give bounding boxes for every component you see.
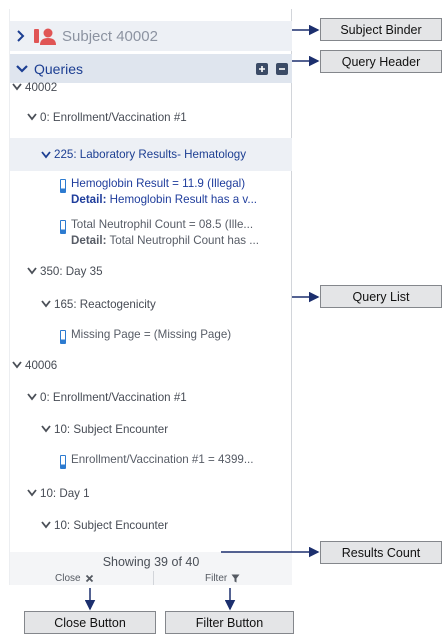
callout-filter-button: Filter Button <box>165 611 294 634</box>
callout-results-count: Results Count <box>320 541 442 564</box>
callout-query-list: Query List <box>320 285 442 308</box>
callout-query-header: Query Header <box>320 50 442 73</box>
annotation-arrows <box>84 24 320 611</box>
callout-subject-binder: Subject Binder <box>320 18 442 41</box>
callout-close-button: Close Button <box>24 611 156 634</box>
